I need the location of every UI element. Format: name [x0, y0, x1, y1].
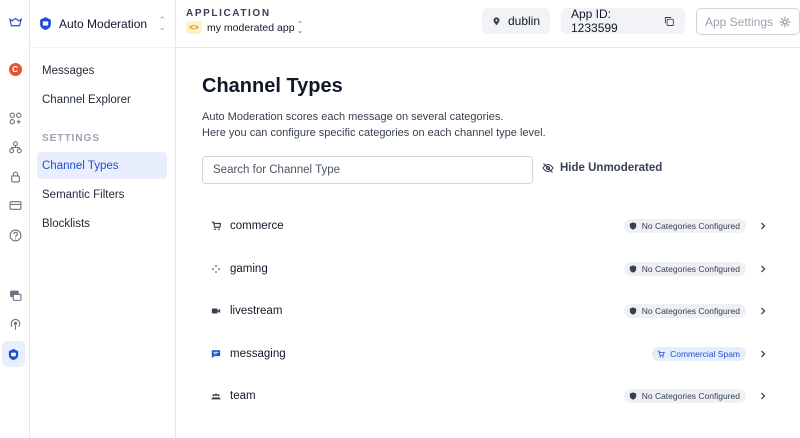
cart-icon [657, 350, 665, 358]
product-name: Auto Moderation [59, 16, 148, 31]
channel-type-name: messaging [230, 348, 286, 360]
brand-logo-icon[interactable] [0, 11, 30, 33]
categories-badge: No Categories Configured [623, 389, 746, 403]
channel-type-row-team[interactable]: team No Categories Configured [210, 379, 770, 413]
description-line-1: Auto Moderation scores each message on s… [202, 111, 504, 123]
page-title: Channel Types [202, 75, 343, 97]
app-id-text: App ID: 1233599 [571, 7, 618, 35]
app-selector[interactable]: <> my moderated app ⌃ ⌄ [186, 19, 304, 35]
gamepad-icon [210, 263, 222, 275]
lock-icon[interactable] [0, 165, 30, 187]
region-badge[interactable]: dublin [482, 8, 550, 34]
application-label: APPLICATION [186, 8, 271, 19]
main-content: Channel Types Auto Moderation scores eac… [176, 48, 800, 438]
top-bar: APPLICATION <> my moderated app ⌃ ⌄ dubli… [176, 0, 800, 48]
categories-badge-text: No Categories Configured [641, 264, 740, 274]
sidebar-item-semantic-filters[interactable]: Semantic Filters [37, 181, 197, 208]
avatar-letter: C [8, 62, 22, 76]
chevron-right-icon[interactable] [756, 389, 770, 403]
moderation-product-icon [39, 16, 52, 31]
icon-rail: C [0, 0, 30, 438]
sidebar-item-blocklists[interactable]: Blocklists [37, 210, 197, 237]
categories-badge: Commercial Spam [652, 347, 746, 361]
categories-badge-text: No Categories Configured [641, 306, 740, 316]
channel-type-name: gaming [230, 263, 268, 275]
app-settings-label: App Settings [704, 14, 774, 29]
categories-badge: No Categories Configured [623, 304, 746, 318]
moderation-icon[interactable] [2, 341, 25, 367]
updown-chevron-icon: ⌃ ⌄ [296, 19, 304, 35]
app-settings-button[interactable]: App Settings [696, 8, 800, 35]
categories-badge-text: No Categories Configured [641, 221, 740, 231]
organization-icon[interactable] [0, 136, 30, 158]
app-id-badge[interactable]: App ID: 1233599 [561, 7, 685, 35]
apps-icon[interactable] [0, 107, 30, 129]
sidebar: Auto Moderation ⌃ ⌄ Messages Channel Expl… [30, 0, 176, 438]
chevron-right-icon[interactable] [756, 347, 770, 361]
app-name: my moderated app [207, 21, 295, 34]
gear-icon [779, 16, 791, 27]
page-description: Auto Moderation scores each message on s… [202, 109, 546, 141]
categories-badge: No Categories Configured [623, 262, 746, 276]
region-name: dublin [507, 14, 540, 28]
sidebar-item-channel-explorer[interactable]: Channel Explorer [37, 86, 197, 113]
categories-badge: No Categories Configured [623, 219, 746, 233]
people-icon [210, 390, 222, 402]
updown-chevron-icon: ⌃ ⌄ [158, 15, 166, 32]
copy-icon[interactable] [664, 16, 675, 27]
shield-icon [629, 307, 636, 315]
code-icon: <> [186, 21, 202, 34]
product-switcher[interactable]: Auto Moderation ⌃ ⌄ [30, 0, 176, 48]
billing-card-icon[interactable] [0, 194, 30, 216]
chat-product-icon[interactable] [0, 284, 30, 306]
video-icon [210, 305, 222, 317]
sidebar-item-messages[interactable]: Messages [37, 57, 197, 84]
channel-type-name: livestream [230, 305, 283, 317]
categories-badge-text: Commercial Spam [670, 349, 740, 359]
categories-badge-text: No Categories Configured [641, 391, 740, 401]
shield-icon [629, 392, 636, 400]
shield-icon [629, 265, 636, 273]
help-icon[interactable] [0, 224, 30, 246]
chevron-right-icon[interactable] [756, 219, 770, 233]
channel-type-name: team [230, 390, 256, 402]
chevron-right-icon[interactable] [756, 262, 770, 276]
channel-type-row-livestream[interactable]: livestream No Categories Configured [210, 294, 770, 328]
channel-type-row-messaging[interactable]: messaging Commercial Spam [210, 337, 770, 371]
shield-icon [629, 222, 636, 230]
chat-icon [210, 348, 222, 360]
channel-type-search-input[interactable] [202, 156, 533, 184]
hide-unmoderated-toggle[interactable]: Hide Unmoderated [542, 162, 662, 174]
chevron-right-icon[interactable] [756, 304, 770, 318]
description-line-2: Here you can configure specific categori… [202, 127, 546, 139]
location-pin-icon [493, 16, 500, 25]
sidebar-item-channel-types[interactable]: Channel Types [37, 152, 167, 179]
channel-type-row-gaming[interactable]: gaming No Categories Configured [210, 252, 770, 286]
avatar[interactable]: C [0, 58, 30, 80]
cart-icon [210, 220, 222, 232]
eye-off-icon [542, 163, 554, 173]
sidebar-section-settings: SETTINGS [42, 133, 101, 144]
channel-type-name: commerce [230, 220, 284, 232]
channel-type-row-commerce[interactable]: commerce No Categories Configured [210, 209, 770, 243]
hide-unmoderated-label: Hide Unmoderated [560, 162, 663, 174]
broadcast-icon[interactable] [0, 313, 30, 335]
